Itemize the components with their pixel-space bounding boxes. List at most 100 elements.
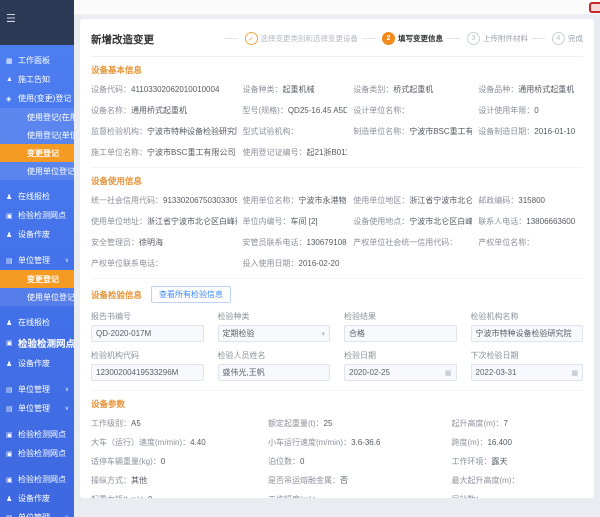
input-suffix-icon: ▦ <box>442 369 452 377</box>
sidebar-item[interactable]: ▤ 单位管理 ∨ <box>0 380 74 399</box>
sidebar-item[interactable]: 使用单位登记注销 <box>0 288 74 306</box>
field-value: 0 <box>300 457 304 466</box>
sidebar-item[interactable]: ▤ 单位管理 ∨ <box>0 399 74 418</box>
field-value: 宁波市北仑区白峰小门村 <box>409 217 472 226</box>
sidebar-item-icon: ▣ <box>6 339 15 347</box>
field-label: 使用登记证编号 <box>243 148 307 157</box>
input-box[interactable]: 2020-02-25 ▦ <box>344 364 457 381</box>
input-box[interactable]: 盛伟光,王帆 <box>218 364 331 381</box>
input-field: 检验机构代码 12300200419533296M <box>91 350 204 381</box>
field-label: 设计单位名称 <box>353 106 409 115</box>
step-number: 4 <box>552 32 565 45</box>
input-box[interactable]: 定期检验 ▾ <box>218 325 331 342</box>
sidebar-item-label: 设备作废 <box>18 229 50 240</box>
page-title: 新增改造变更 <box>91 27 154 47</box>
field-label: 设备品种 <box>478 85 518 94</box>
sidebar-item-label: 工作面板 <box>18 55 50 66</box>
input-box[interactable]: 2022-03-31 ▦ <box>471 364 584 381</box>
field-value: 2016-02-20 <box>299 259 340 268</box>
step-label: 选择变更类别和选择变更设备 <box>261 33 359 44</box>
wizard-step[interactable]: 2 填写变更信息 <box>358 32 443 45</box>
input-value: QD-2020-017M <box>96 329 151 338</box>
sidebar-item-icon: ▤ <box>6 514 15 517</box>
sidebar-item-label: 检验检测网点 <box>18 448 66 459</box>
sidebar-item[interactable]: 变更登记 <box>0 144 74 162</box>
input-suffix-icon: ▾ <box>318 330 325 338</box>
sidebar-item[interactable]: 使用登记(单位) <box>0 126 74 144</box>
sidebar-item-label: 使用单位登记注销 <box>27 292 74 303</box>
sidebar-item[interactable]: ▦ 工作面板 <box>0 51 74 70</box>
breadcrumb <box>74 0 600 15</box>
input-box[interactable]: QD-2020-017M <box>91 325 204 342</box>
sidebar-item[interactable]: ▣ 检验检测网点 <box>0 470 74 489</box>
chevron-icon: ∨ <box>65 386 69 393</box>
field-value: 浙江省宁波市北仑区白峰街道 <box>409 196 472 205</box>
input-label: 检验人员姓名 <box>218 350 331 361</box>
field: 额定起重量(t)25 <box>268 418 446 429</box>
sidebar-item[interactable]: ▲ 施工告知 <box>0 70 74 89</box>
field: 使用登记证编号起21浙B0114(15) <box>243 147 348 158</box>
sidebar-item[interactable]: ▣ 检验检测网点 <box>0 206 74 225</box>
field-label: 施工单位名称 <box>91 148 147 157</box>
sidebar-item-icon: ▦ <box>6 57 15 65</box>
input-box[interactable]: 合格 <box>344 325 457 342</box>
wizard-step[interactable]: 4 完成 <box>528 32 583 45</box>
sidebar-item[interactable]: ▣ 检验检测网点 <box>0 332 74 354</box>
input-field: 检验日期 2020-02-25 ▦ <box>344 350 457 381</box>
field: 最大起升高度(m) <box>451 475 583 486</box>
field-label: 跨度(m) <box>451 438 487 447</box>
input-box[interactable]: 宁波市特种设备检验研究院 <box>471 325 584 342</box>
field-label: 安全管理员 <box>91 238 139 247</box>
field-value: QD25-16.45 A5DY <box>288 106 347 115</box>
wizard-step[interactable]: 3 上传附件材料 <box>443 32 528 45</box>
sidebar-item[interactable]: ♟ 设备作废 <box>0 225 74 244</box>
field: 大车（运行）速度(m/min)4.40 <box>91 437 262 448</box>
input-value: 2022-03-31 <box>476 368 517 377</box>
field-value: 桥式起重机 <box>393 85 433 94</box>
sidebar-item[interactable]: ♟ 设备作废 <box>0 489 74 508</box>
field: 设备代码41103302062010010004 <box>91 84 237 95</box>
field: 设备品种通用桥式起重机 <box>478 84 583 95</box>
field-value: 3.6-36.6 <box>351 438 380 447</box>
sidebar-item[interactable]: ♟ 在线报检 <box>0 313 74 332</box>
field: 跨度(m)16.400 <box>451 437 583 448</box>
field-label: 操纵方式 <box>91 476 131 485</box>
field-value: 91330206750303309M <box>163 196 237 205</box>
sidebar-item[interactable]: ◈ 使用(变更)登记 ∧ <box>0 89 74 108</box>
input-box[interactable]: 12300200419533296M <box>91 364 204 381</box>
sidebar-item-icon: ▤ <box>6 257 15 265</box>
sidebar-item[interactable]: 使用单位登记注销 <box>0 162 74 180</box>
menu-icon[interactable]: ☰ <box>6 13 16 25</box>
inspection-grid: 报告书编号 QD-2020-017M 检验种类 定期检验 ▾ 检验结果 合格 <box>91 311 583 381</box>
sidebar-item[interactable]: ▤ 单位管理 ∨ <box>0 251 74 270</box>
sidebar-item[interactable]: ▣ 检验检测网点 <box>0 444 74 463</box>
field-label: 是否吊运熔融金属 <box>268 476 340 485</box>
field-value: 露天 <box>491 457 507 466</box>
card-header: 新增改造变更 ✓ 选择变更类别和选择变更设备 2 填写变更信息 3 上传附件材料… <box>91 27 583 57</box>
input-field: 报告书编号 QD-2020-017M <box>91 311 204 342</box>
field-value: 宁波市BSC重工有限公司 <box>409 127 472 136</box>
sidebar-item[interactable]: 变更登记 <box>0 270 74 288</box>
sidebar-item[interactable]: ♟ 设备作废 <box>0 354 74 373</box>
usage-info-grid: 统一社会信用代码91330206750303309M 使用单位名称宁波市永港物流… <box>91 195 583 269</box>
sidebar-item-icon: ◈ <box>6 95 15 103</box>
sidebar-item[interactable]: ▣ 检验检测网点 <box>0 425 74 444</box>
field: 产权单位联系电话 <box>91 258 237 269</box>
sidebar-item-label: 设备作废 <box>18 358 50 369</box>
wizard-step[interactable]: ✓ 选择变更类别和选择变更设备 <box>221 32 359 45</box>
sidebar-item[interactable]: 使用登记(在用) <box>0 108 74 126</box>
field-label: 设计使用年限 <box>478 106 534 115</box>
field-label: 型式试验机构 <box>243 127 299 136</box>
sidebar-item[interactable]: ▤ 单位管理 ∨ <box>0 508 74 517</box>
section-usage-info: 设备使用信息 统一社会信用代码91330206750303309M 使用单位名称… <box>91 168 583 279</box>
step-number: ✓ <box>245 32 258 45</box>
field-label: 型号(规格) <box>243 106 288 115</box>
view-all-inspections-button[interactable]: 查看所有检验信息 <box>151 286 231 303</box>
sidebar-header: ☰ <box>0 0 74 45</box>
field: 起升高度(m)7 <box>451 418 583 429</box>
field-label: 额定起重量(t) <box>268 419 324 428</box>
sidebar-item-icon: ♟ <box>6 360 15 368</box>
field-label: 工作环境 <box>451 457 491 466</box>
input-label: 检验机构代码 <box>91 350 204 361</box>
sidebar-item[interactable]: ♟ 在线报检 <box>0 187 74 206</box>
